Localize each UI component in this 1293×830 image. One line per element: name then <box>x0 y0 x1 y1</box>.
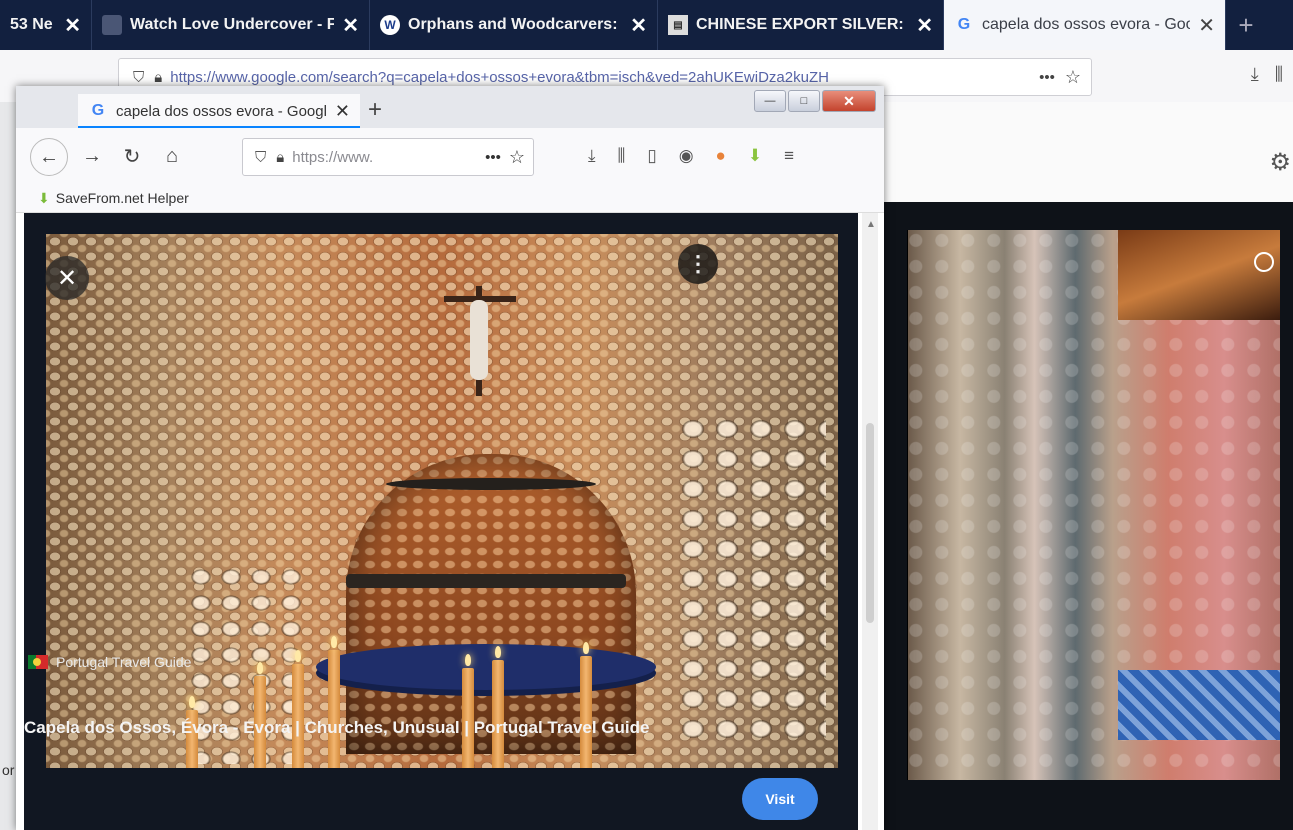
tab-label: Watch Love Undercover - Fsha <box>130 16 334 33</box>
savefrom-icon: ⬇ <box>38 189 50 206</box>
image-candle <box>292 650 304 768</box>
back-tab-bar: 53 Ne ✕ Watch Love Undercover - Fsha ✕ W… <box>0 0 1293 50</box>
tab-label: 53 Ne <box>10 16 53 33</box>
portugal-flag-icon <box>28 655 48 669</box>
close-icon[interactable]: ✕ <box>630 13 647 38</box>
close-icon[interactable]: ✕ <box>64 13 81 38</box>
lens-icon[interactable] <box>1254 252 1274 272</box>
result-source[interactable]: Portugal Travel Guide <box>28 654 191 670</box>
image-arch <box>346 454 636 754</box>
tab-watch-love-undercover[interactable]: Watch Love Undercover - Fsha ✕ <box>92 0 370 50</box>
book-icon: ▤ <box>668 15 688 35</box>
related-image[interactable] <box>907 230 1280 780</box>
reload-icon[interactable]: ↻ <box>114 138 150 174</box>
back-arrow-icon[interactable]: ← <box>30 138 68 176</box>
bookmark-star-icon[interactable]: ☆ <box>1065 67 1081 88</box>
window-close-button[interactable]: ✕ <box>822 90 876 112</box>
extension-icon[interactable]: ● <box>716 146 726 166</box>
tab-orphans-and-woodcarvers[interactable]: W Orphans and Woodcarvers: Sh ✕ <box>370 0 658 50</box>
lock-icon: 🔒︎ <box>154 68 163 86</box>
sidebar-icon[interactable]: ▯ <box>647 146 656 166</box>
url-text: https://www.google.com/search?q=capela+d… <box>170 68 829 86</box>
google-icon: G <box>91 102 105 119</box>
site-favicon-icon <box>102 15 122 35</box>
image-skull-column <box>676 414 826 744</box>
shield-icon: ⛉ <box>133 68 145 86</box>
preview-image[interactable] <box>46 234 838 768</box>
download-icon[interactable]: ⤓ <box>1251 64 1259 85</box>
info-icon[interactable]: ⋮ <box>678 244 718 284</box>
bookmarks-bar: ⬇ SaveFrom.net Helper <box>16 184 884 213</box>
bookmark-savefrom[interactable]: ⬇ SaveFrom.net Helper <box>38 190 189 207</box>
image-candle <box>580 642 592 768</box>
google-icon: G <box>957 16 971 33</box>
bookmark-label: SaveFrom.net Helper <box>55 190 189 206</box>
minimize-button[interactable]: — <box>754 90 786 112</box>
library-icon[interactable]: ⫼ <box>1275 64 1283 85</box>
tab-53-news[interactable]: 53 Ne ✕ <box>0 0 92 50</box>
forward-arrow-icon[interactable]: → <box>74 138 110 174</box>
wordpress-icon: W <box>380 15 400 35</box>
account-icon[interactable]: ◉ <box>679 146 694 166</box>
toolbar-icons: ⤓ ⫼ ▯ ◉ ● ⬇ ≡ <box>588 146 794 166</box>
image-figure <box>470 300 488 380</box>
tab-label: CHINESE EXPORT SILVER: THE <box>696 16 908 33</box>
home-icon[interactable]: ⌂ <box>154 138 190 174</box>
menu-icon[interactable]: ≡ <box>784 146 794 166</box>
close-icon[interactable]: ✕ <box>342 13 359 38</box>
back-toolbar: ⤓ ⫼ <box>1251 64 1283 85</box>
download-icon[interactable]: ⤓ <box>588 146 596 166</box>
tab-label: Orphans and Woodcarvers: Sh <box>408 16 623 33</box>
gear-icon[interactable]: ⚙ <box>1269 148 1291 177</box>
scrollbar-thumb[interactable] <box>866 423 874 623</box>
close-icon[interactable]: ✕ <box>916 13 933 38</box>
scroll-up-icon[interactable]: ▲ <box>866 219 876 230</box>
image-ledge <box>346 574 626 588</box>
tab-capela-dos-ossos[interactable]: G capela dos ossos evora - Googl ✕ <box>944 0 1226 50</box>
page-actions-icon[interactable]: ••• <box>1039 69 1055 86</box>
lock-icon: 🔒︎ <box>276 148 285 166</box>
source-name: Portugal Travel Guide <box>56 654 192 670</box>
page-actions-icon[interactable]: ••• <box>485 149 501 166</box>
tab-chinese-export-silver[interactable]: ▤ CHINESE EXPORT SILVER: THE ✕ <box>658 0 944 50</box>
image-altar <box>316 644 656 690</box>
scrollbar[interactable]: ▲ <box>862 213 878 830</box>
image-candle <box>328 636 340 768</box>
close-icon[interactable]: ✕ <box>335 101 350 122</box>
savefrom-icon[interactable]: ⬇ <box>748 146 762 166</box>
new-tab-button[interactable]: + <box>368 96 382 124</box>
result-title[interactable]: Capela dos Ossos, Évora - Evora | Church… <box>24 718 649 738</box>
shield-icon: ⛉ <box>255 148 267 166</box>
visit-button[interactable]: Visit <box>742 778 818 820</box>
tab-label: capela dos ossos evora - Googl <box>116 102 327 120</box>
bookmark-star-icon[interactable]: ☆ <box>509 147 525 168</box>
library-icon[interactable]: ⫼ <box>618 146 626 166</box>
nav-bar: ← → ↻ ⌂ ⛉ 🔒︎ https://www. ••• ☆ ⤓ ⫼ ▯ ◉ … <box>16 128 884 184</box>
title-bar: G capela dos ossos evora - Googl ✕ + — □… <box>16 86 884 128</box>
image-ledge <box>386 478 596 490</box>
url-text: https://www. <box>292 148 374 166</box>
close-preview-button[interactable]: ✕ <box>45 256 89 300</box>
new-tab-button[interactable]: + <box>1226 0 1266 50</box>
maximize-button[interactable]: □ <box>788 90 820 112</box>
tab-capela-dos-ossos-front[interactable]: G capela dos ossos evora - Googl ✕ <box>78 94 360 128</box>
url-bar[interactable]: ⛉ 🔒︎ https://www. ••• ☆ <box>242 138 534 176</box>
image-candle <box>492 646 504 768</box>
tab-label: capela dos ossos evora - Googl <box>982 16 1191 33</box>
window-controls: — □ ✕ <box>754 90 876 112</box>
edge-text: or <box>2 762 15 778</box>
close-icon[interactable]: ✕ <box>1198 13 1215 38</box>
